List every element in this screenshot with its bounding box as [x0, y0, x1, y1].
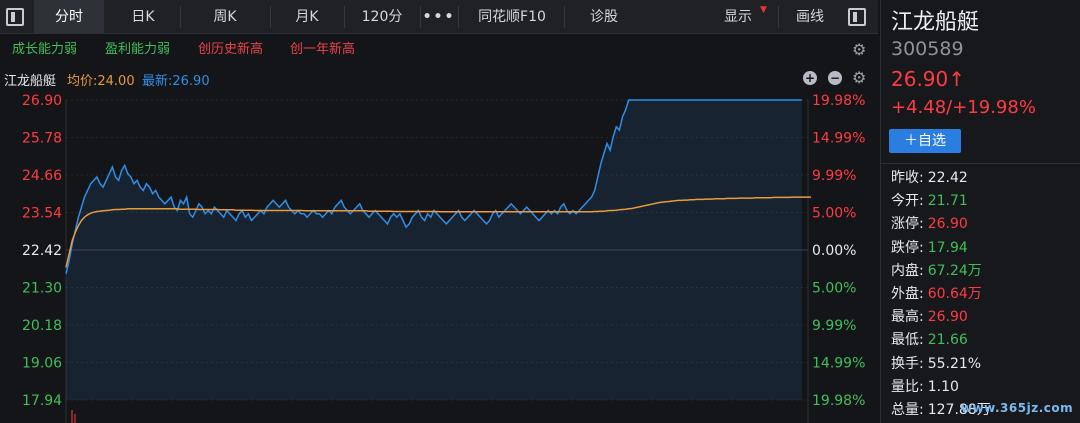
stat-label: 最高: — [891, 309, 924, 326]
price-tick-label: 21.30 — [22, 281, 62, 297]
stat-row: 涨停: 26.90 — [891, 214, 968, 234]
stat-value: 21.66 — [927, 332, 968, 349]
more-periods-button[interactable]: ••• — [422, 0, 456, 34]
stat-row: 内盘: 67.24万 — [891, 261, 982, 281]
latest-price-label: 最新:26.90 — [142, 74, 210, 89]
price-tick-label: 24.66 — [22, 168, 62, 184]
stat-value: 21.71 — [927, 193, 968, 210]
stat-label: 量比: — [891, 378, 924, 395]
add-to-watchlist-button[interactable]: ＋自选 — [889, 129, 961, 153]
intraday-chart[interactable]: 26.90 25.78 24.66 23.54 22.42 21.30 20.18 19.06… — [0, 88, 878, 423]
price-change: +4.48/+19.98% — [891, 97, 1036, 118]
avg-price-label: 均价:24.00 — [67, 74, 135, 89]
stat-label: 跌停: — [891, 239, 924, 256]
percent-tick-label: 5.00% — [812, 281, 856, 297]
price-tick-label: 23.54 — [22, 206, 62, 222]
stat-value: 26.90 — [927, 216, 968, 233]
chart-settings-gear-icon[interactable]: ⚙ — [852, 68, 866, 87]
stat-label: 换手: — [891, 355, 924, 372]
quote-panel: 江龙船艇 300589 26.90↑ +4.48/+19.98% ＋自选 昨收:… — [880, 0, 1080, 423]
percent-tick-label: 9.99% — [812, 168, 856, 184]
stat-label: 今开: — [891, 193, 924, 210]
tab-monthly-k[interactable]: 月K — [272, 0, 342, 34]
gear-icon[interactable]: ⚙ — [852, 40, 866, 59]
stat-row: 最低: 21.66 — [891, 330, 968, 350]
stat-row: 昨收: 22.42 — [891, 168, 968, 188]
price-tick-label: 22.42 — [22, 243, 62, 259]
stat-label: 最低: — [891, 332, 924, 349]
percent-tick-label: 19.98% — [812, 393, 865, 409]
stat-value: 22.42 — [927, 170, 968, 186]
layout-toggle-icon[interactable] — [6, 8, 24, 26]
toolbar-divider — [344, 6, 345, 28]
f10-button[interactable]: 同花顺F10 — [462, 0, 562, 34]
draw-line-button[interactable]: 画线 — [784, 0, 836, 34]
tag-growth-weak[interactable]: 成长能力弱 — [8, 40, 81, 60]
percent-tick-label: 9.99% — [812, 318, 856, 334]
percent-tick-label: 5.00% — [812, 206, 856, 222]
stat-value: 60.64万 — [927, 286, 982, 302]
stat-label: 外盘: — [891, 286, 924, 302]
price-tick-label: 19.06 — [22, 356, 62, 372]
panel-divider — [881, 163, 1080, 164]
price-tick-label: 25.78 — [22, 131, 62, 147]
panel-toggle-icon[interactable] — [848, 8, 866, 26]
stat-row: 最高: 26.90 — [891, 307, 968, 327]
price-tick-label: 17.94 — [22, 393, 62, 409]
stat-row: 换手: 55.21% — [891, 354, 981, 374]
diagnose-button[interactable]: 诊股 — [572, 0, 636, 34]
price-tick-label: 20.18 — [22, 318, 62, 334]
price-area-fill — [66, 100, 802, 400]
percent-tick-label: 14.99% — [812, 356, 865, 372]
tag-profit-weak[interactable]: 盈利能力弱 — [101, 40, 174, 60]
stock-name: 江龙船艇 — [891, 10, 980, 35]
toolbar-divider — [458, 6, 459, 28]
zoom-in-icon[interactable]: + — [803, 71, 817, 85]
percent-tick-label: 14.99% — [812, 131, 865, 147]
tab-weekly-k[interactable]: 周K — [182, 0, 268, 34]
tab-120-minute[interactable]: 120分 — [346, 0, 418, 34]
tab-intraday[interactable]: 分时 — [34, 0, 104, 34]
stat-value: 26.90 — [927, 309, 968, 326]
period-toolbar: 分时 日K 周K 月K 120分 ••• 同花顺F10 诊股 显示 ▼ 画线 — [0, 0, 878, 34]
stat-row: 跌停: 17.94 — [891, 238, 968, 258]
toolbar-divider — [420, 6, 421, 28]
toolbar-divider — [778, 6, 779, 28]
stat-value: 1.10 — [927, 378, 959, 395]
stat-label: 总量: — [891, 402, 924, 418]
stat-row: 外盘: 60.64万 — [891, 284, 982, 304]
price-tick-label: 26.90 — [22, 93, 62, 109]
tag-year-high[interactable]: 创一年新高 — [286, 40, 359, 60]
tab-daily-k[interactable]: 日K — [108, 0, 178, 34]
current-price: 26.90↑ — [891, 67, 966, 91]
watermark: www.365jz.com — [961, 401, 1074, 415]
stat-value: 17.94 — [927, 239, 968, 256]
stat-row: 今开: 21.71 — [891, 191, 968, 211]
stat-label: 内盘: — [891, 262, 924, 279]
display-button[interactable]: 显示 — [710, 0, 766, 34]
stat-row: 量比: 1.10 — [891, 377, 959, 397]
stat-value: 67.24万 — [927, 262, 982, 279]
percent-tick-label: 19.98% — [812, 93, 865, 109]
stat-value: 55.21% — [927, 355, 982, 372]
chart-stock-name: 江龙船艇 — [4, 74, 57, 89]
stat-label: 涨停: — [891, 216, 924, 233]
stock-code: 300589 — [891, 38, 964, 60]
toolbar-divider — [180, 6, 181, 28]
tag-all-time-high[interactable]: 创历史新高 — [194, 40, 267, 60]
percent-tick-label: 0.00% — [812, 243, 856, 259]
stat-label: 昨收: — [891, 170, 924, 186]
toolbar-divider — [270, 6, 271, 28]
toolbar-divider — [564, 6, 565, 28]
zoom-out-icon[interactable]: − — [828, 71, 842, 85]
notification-dot-icon: ▼ — [760, 5, 767, 15]
